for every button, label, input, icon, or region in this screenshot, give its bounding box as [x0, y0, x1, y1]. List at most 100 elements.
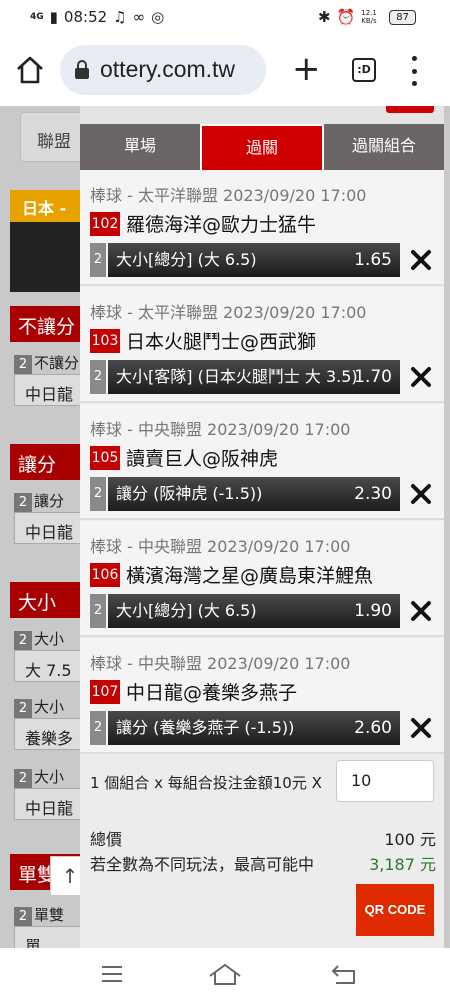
pick-label: 讓分 (阪神虎 (-1.5)) [116, 484, 263, 503]
bluetooth-icon: ✱ [318, 8, 331, 26]
pick-label: 大小[總分] (大 6.5) [116, 250, 257, 269]
bet-item: 棒球 - 中央聯盟 2023/09/20 17:00 107 中日龍@養樂多燕子 … [80, 638, 444, 754]
max-win-label: 若全數為不同玩法，最高可能中 [90, 855, 315, 874]
market-option[interactable]: 中日龍 [14, 788, 90, 820]
market-row: 2 讓分 [14, 490, 90, 514]
bet-pick: 2 大小[總分] (大 6.5) 1.65 [90, 243, 400, 277]
panel-header [80, 106, 444, 124]
match-number: 103 [90, 328, 120, 353]
battery-indicator: 87 [389, 9, 416, 25]
tab-single[interactable]: 單場 [80, 124, 202, 170]
pick-number: 2 [90, 360, 106, 394]
bet-item: 棒球 - 中央聯盟 2023/09/20 17:00 105 讀賣巨人@阪神虎 2… [80, 404, 444, 520]
section-title: 不讓分 [10, 306, 90, 342]
market-row: 2 不讓分 [14, 352, 90, 376]
bet-summary: 1 個組合 x 每組合投注金額10元 X 10 總價 100 元 若全數為不同玩… [80, 760, 444, 948]
market-row: 2 大小 [14, 628, 90, 652]
remove-bet-icon[interactable] [410, 483, 432, 505]
url-text: ottery.com.tw [100, 56, 236, 82]
pick-label: 大小[總分] (大 6.5) [116, 601, 257, 620]
pick-odds: 2.60 [354, 718, 392, 738]
pick-odds: 2.30 [354, 484, 392, 504]
bet-pick: 2 讓分 (養樂多燕子 (-1.5)) 2.60 [90, 711, 400, 745]
match-name: 讀賣巨人@阪神虎 [126, 448, 279, 470]
total-value: 100 元 [384, 830, 436, 849]
market-option[interactable]: 單 [14, 926, 90, 948]
bet-pick: 2 大小[客隊] (日本火腿鬥士 大 3.5) 1.70 [90, 360, 400, 394]
more-menu-icon[interactable] [402, 56, 426, 86]
bet-item: 棒球 - 中央聯盟 2023/09/20 17:00 106 橫濱海灣之星@廣島東… [80, 521, 444, 637]
tab-parlay-combo[interactable]: 過關組合 [324, 124, 444, 170]
panel-close-tab[interactable] [386, 106, 434, 113]
pick-label: 大小[客隊] (日本火腿鬥士 大 3.5) [116, 367, 358, 386]
home-icon[interactable] [14, 54, 46, 86]
bet-meta: 棒球 - 太平洋聯盟 2023/09/20 17:00 [90, 303, 367, 322]
bet-pick: 2 大小[總分] (大 6.5) 1.90 [90, 594, 400, 628]
market-row: 2 大小 [14, 766, 90, 790]
pick-odds: 1.90 [354, 601, 392, 621]
speed-indicator: 12.1 KB/s [361, 9, 377, 25]
app-icon: ∞ [132, 8, 146, 26]
site-info-icon[interactable] [70, 58, 94, 82]
market-option[interactable]: 大 7.5 [14, 650, 90, 682]
match-name: 羅德海洋@歐力士猛牛 [126, 214, 317, 236]
back-nav-icon[interactable] [330, 962, 358, 986]
match-number: 106 [90, 562, 120, 587]
qr-code-button[interactable]: QR CODE [356, 884, 434, 936]
remove-bet-icon[interactable] [410, 600, 432, 622]
remove-bet-icon[interactable] [410, 717, 432, 739]
home-nav-icon[interactable] [208, 962, 242, 986]
match-name: 日本火腿鬥士@西武獅 [126, 331, 317, 353]
amount-input[interactable]: 10 [336, 760, 434, 802]
tab-switcher-button[interactable]: :D [352, 58, 376, 82]
pick-odds: 1.70 [354, 367, 392, 387]
pick-label: 讓分 (養樂多燕子 (-1.5)) [116, 718, 295, 737]
bet-meta: 棒球 - 中央聯盟 2023/09/20 17:00 [90, 654, 351, 673]
bet-pick: 2 讓分 (阪神虎 (-1.5)) 2.30 [90, 477, 400, 511]
pick-number: 2 [90, 243, 106, 277]
match-name: 中日龍@養樂多燕子 [126, 682, 298, 704]
match-number: 107 [90, 679, 120, 704]
league-banner [10, 222, 90, 292]
remove-bet-icon[interactable] [410, 366, 432, 388]
section-title: 大小 [10, 582, 90, 618]
network-indicator: 4G [30, 12, 44, 22]
bet-type-tabs: 單場 過關 過關組合 [80, 124, 444, 170]
signal-icon: ▮ [49, 8, 58, 26]
match-name: 橫濱海灣之星@廣島東洋鯉魚 [126, 565, 374, 587]
pick-number: 2 [90, 594, 106, 628]
recent-apps-icon[interactable] [100, 964, 124, 984]
market-row: 2 單雙 [14, 904, 90, 928]
league-tab[interactable]: 日本 - [10, 190, 90, 222]
system-nav-bar [0, 948, 450, 1000]
bet-meta: 棒球 - 太平洋聯盟 2023/09/20 17:00 [90, 186, 367, 205]
market-option[interactable]: 中日龍 [14, 374, 90, 406]
pick-odds: 1.65 [354, 250, 392, 270]
tab-parlay[interactable]: 過關 [202, 124, 324, 170]
market-option[interactable]: 養樂多 [14, 718, 90, 750]
bet-slip-panel: 單場 過關 過關組合 棒球 - 太平洋聯盟 2023/09/20 17:00 1… [80, 106, 444, 948]
status-bar: 4G ▮ 08:52 ♫ ∞ ◎ ✱ ⏰ 12.1 KB/s 87 [0, 0, 450, 34]
match-number: 102 [90, 211, 120, 236]
messenger-icon: ◎ [151, 8, 165, 26]
new-tab-icon[interactable]: + [292, 52, 321, 86]
bet-item: 棒球 - 太平洋聯盟 2023/09/20 17:00 102 羅德海洋@歐力士猛… [80, 170, 444, 286]
market-row: 2 大小 [14, 696, 90, 720]
market-option[interactable]: 中日龍 [14, 512, 90, 544]
max-win-value: 3,187 元 [369, 855, 436, 874]
bet-meta: 棒球 - 中央聯盟 2023/09/20 17:00 [90, 420, 351, 439]
bet-item: 棒球 - 太平洋聯盟 2023/09/20 17:00 103 日本火腿鬥士@西武… [80, 287, 444, 403]
pick-number: 2 [90, 477, 106, 511]
bet-meta: 棒球 - 中央聯盟 2023/09/20 17:00 [90, 537, 351, 556]
combo-description: 1 個組合 x 每組合投注金額10元 X [90, 774, 322, 792]
remove-bet-icon[interactable] [410, 249, 432, 271]
match-number: 105 [90, 445, 120, 470]
total-label: 總價 [90, 830, 123, 849]
section-title: 讓分 [10, 444, 90, 480]
address-bar[interactable]: ottery.com.tw [60, 45, 266, 95]
clock: 08:52 [63, 8, 108, 26]
browser-toolbar: ottery.com.tw + :D [0, 34, 450, 106]
pick-number: 2 [90, 711, 106, 745]
music-icon: ♫ [113, 8, 127, 26]
alarm-icon: ⏰ [336, 8, 356, 26]
